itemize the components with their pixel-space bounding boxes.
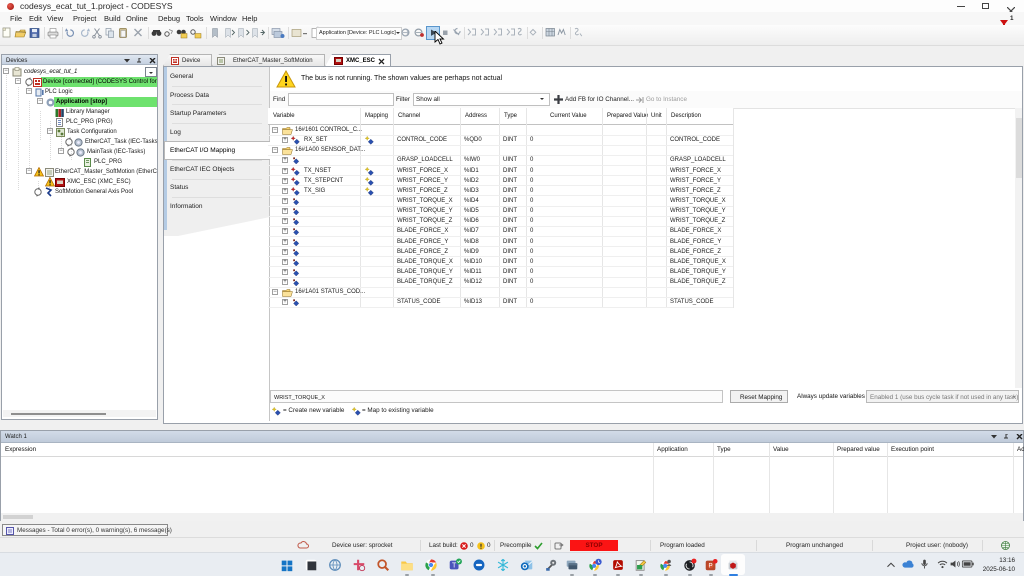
svg-text:P: P (709, 563, 713, 570)
svg-text:T: T (452, 563, 457, 570)
